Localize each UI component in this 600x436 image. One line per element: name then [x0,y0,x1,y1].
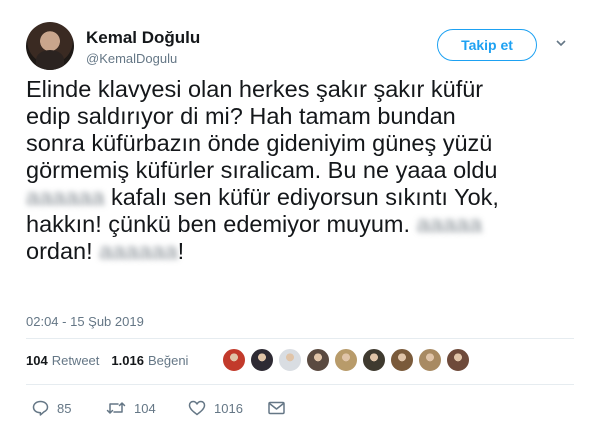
liker-avatar[interactable] [334,348,358,372]
censored-word: aaaaaa [99,238,178,264]
liker-avatar[interactable] [250,348,274,372]
censored-word: aaaaa [416,211,482,237]
retweet-stat[interactable]: 104 Retweet [26,353,99,368]
censored-word: aaaaaa [26,184,105,210]
divider [26,338,574,339]
tweet-line: sonra küfürbazın önde gideniyim güneş yü… [26,130,493,156]
retweet-icon [106,402,126,414]
liker-avatar[interactable] [306,348,330,372]
liker-avatar[interactable] [362,348,386,372]
like-count: 1016 [214,400,243,416]
chevron-down-icon[interactable] [556,38,566,48]
liker-avatars [222,348,474,372]
avatar[interactable] [26,22,74,70]
retweet-button[interactable]: 104 [106,400,188,416]
liker-avatar[interactable] [418,348,442,372]
direct-message-button[interactable] [268,401,285,415]
tweet-line: aaaaaa kafalı sen küfür ediyorsun sıkınt… [26,184,499,210]
reply-button[interactable]: 85 [32,400,106,416]
follow-button[interactable]: Takip et [437,29,537,61]
envelope-icon [268,401,285,415]
divider [26,384,574,385]
tweet-line: edip saldırıyor di mi? Hah tamam bundan [26,103,456,129]
retweet-count: 104 [134,400,156,416]
reply-count: 85 [57,400,72,416]
tweet-line: Elinde klavyesi olan herkes şakır şakır … [26,76,484,102]
like-stat[interactable]: 1.016 Beğeni [111,353,188,368]
liker-avatar[interactable] [446,348,470,372]
user-handle[interactable]: @KemalDogulu [86,51,177,66]
reply-icon [32,400,49,416]
tweet-line: ordan! aaaaaa! [26,238,185,264]
liker-avatar[interactable] [222,348,246,372]
engagement-stats: 104 Retweet 1.016 Beğeni [26,353,196,368]
liker-avatar[interactable] [278,348,302,372]
tweet-timestamp[interactable]: 02:04 - 15 Şub 2019 [26,314,144,329]
liker-avatar[interactable] [390,348,414,372]
tweet-line: hakkın! çünkü ben edemiyor muyum. aaaaa [26,211,482,237]
tweet-line: görmemiş küfürler sıralicam. Bu ne yaaa … [26,157,498,183]
tweet-text: Elinde klavyesi olan herkes şakır şakır … [26,76,586,265]
like-button[interactable]: 1016 [188,400,268,416]
heart-icon [188,400,206,416]
tweet-actions: 85 104 1016 [32,400,285,416]
display-name[interactable]: Kemal Doğulu [86,28,200,48]
